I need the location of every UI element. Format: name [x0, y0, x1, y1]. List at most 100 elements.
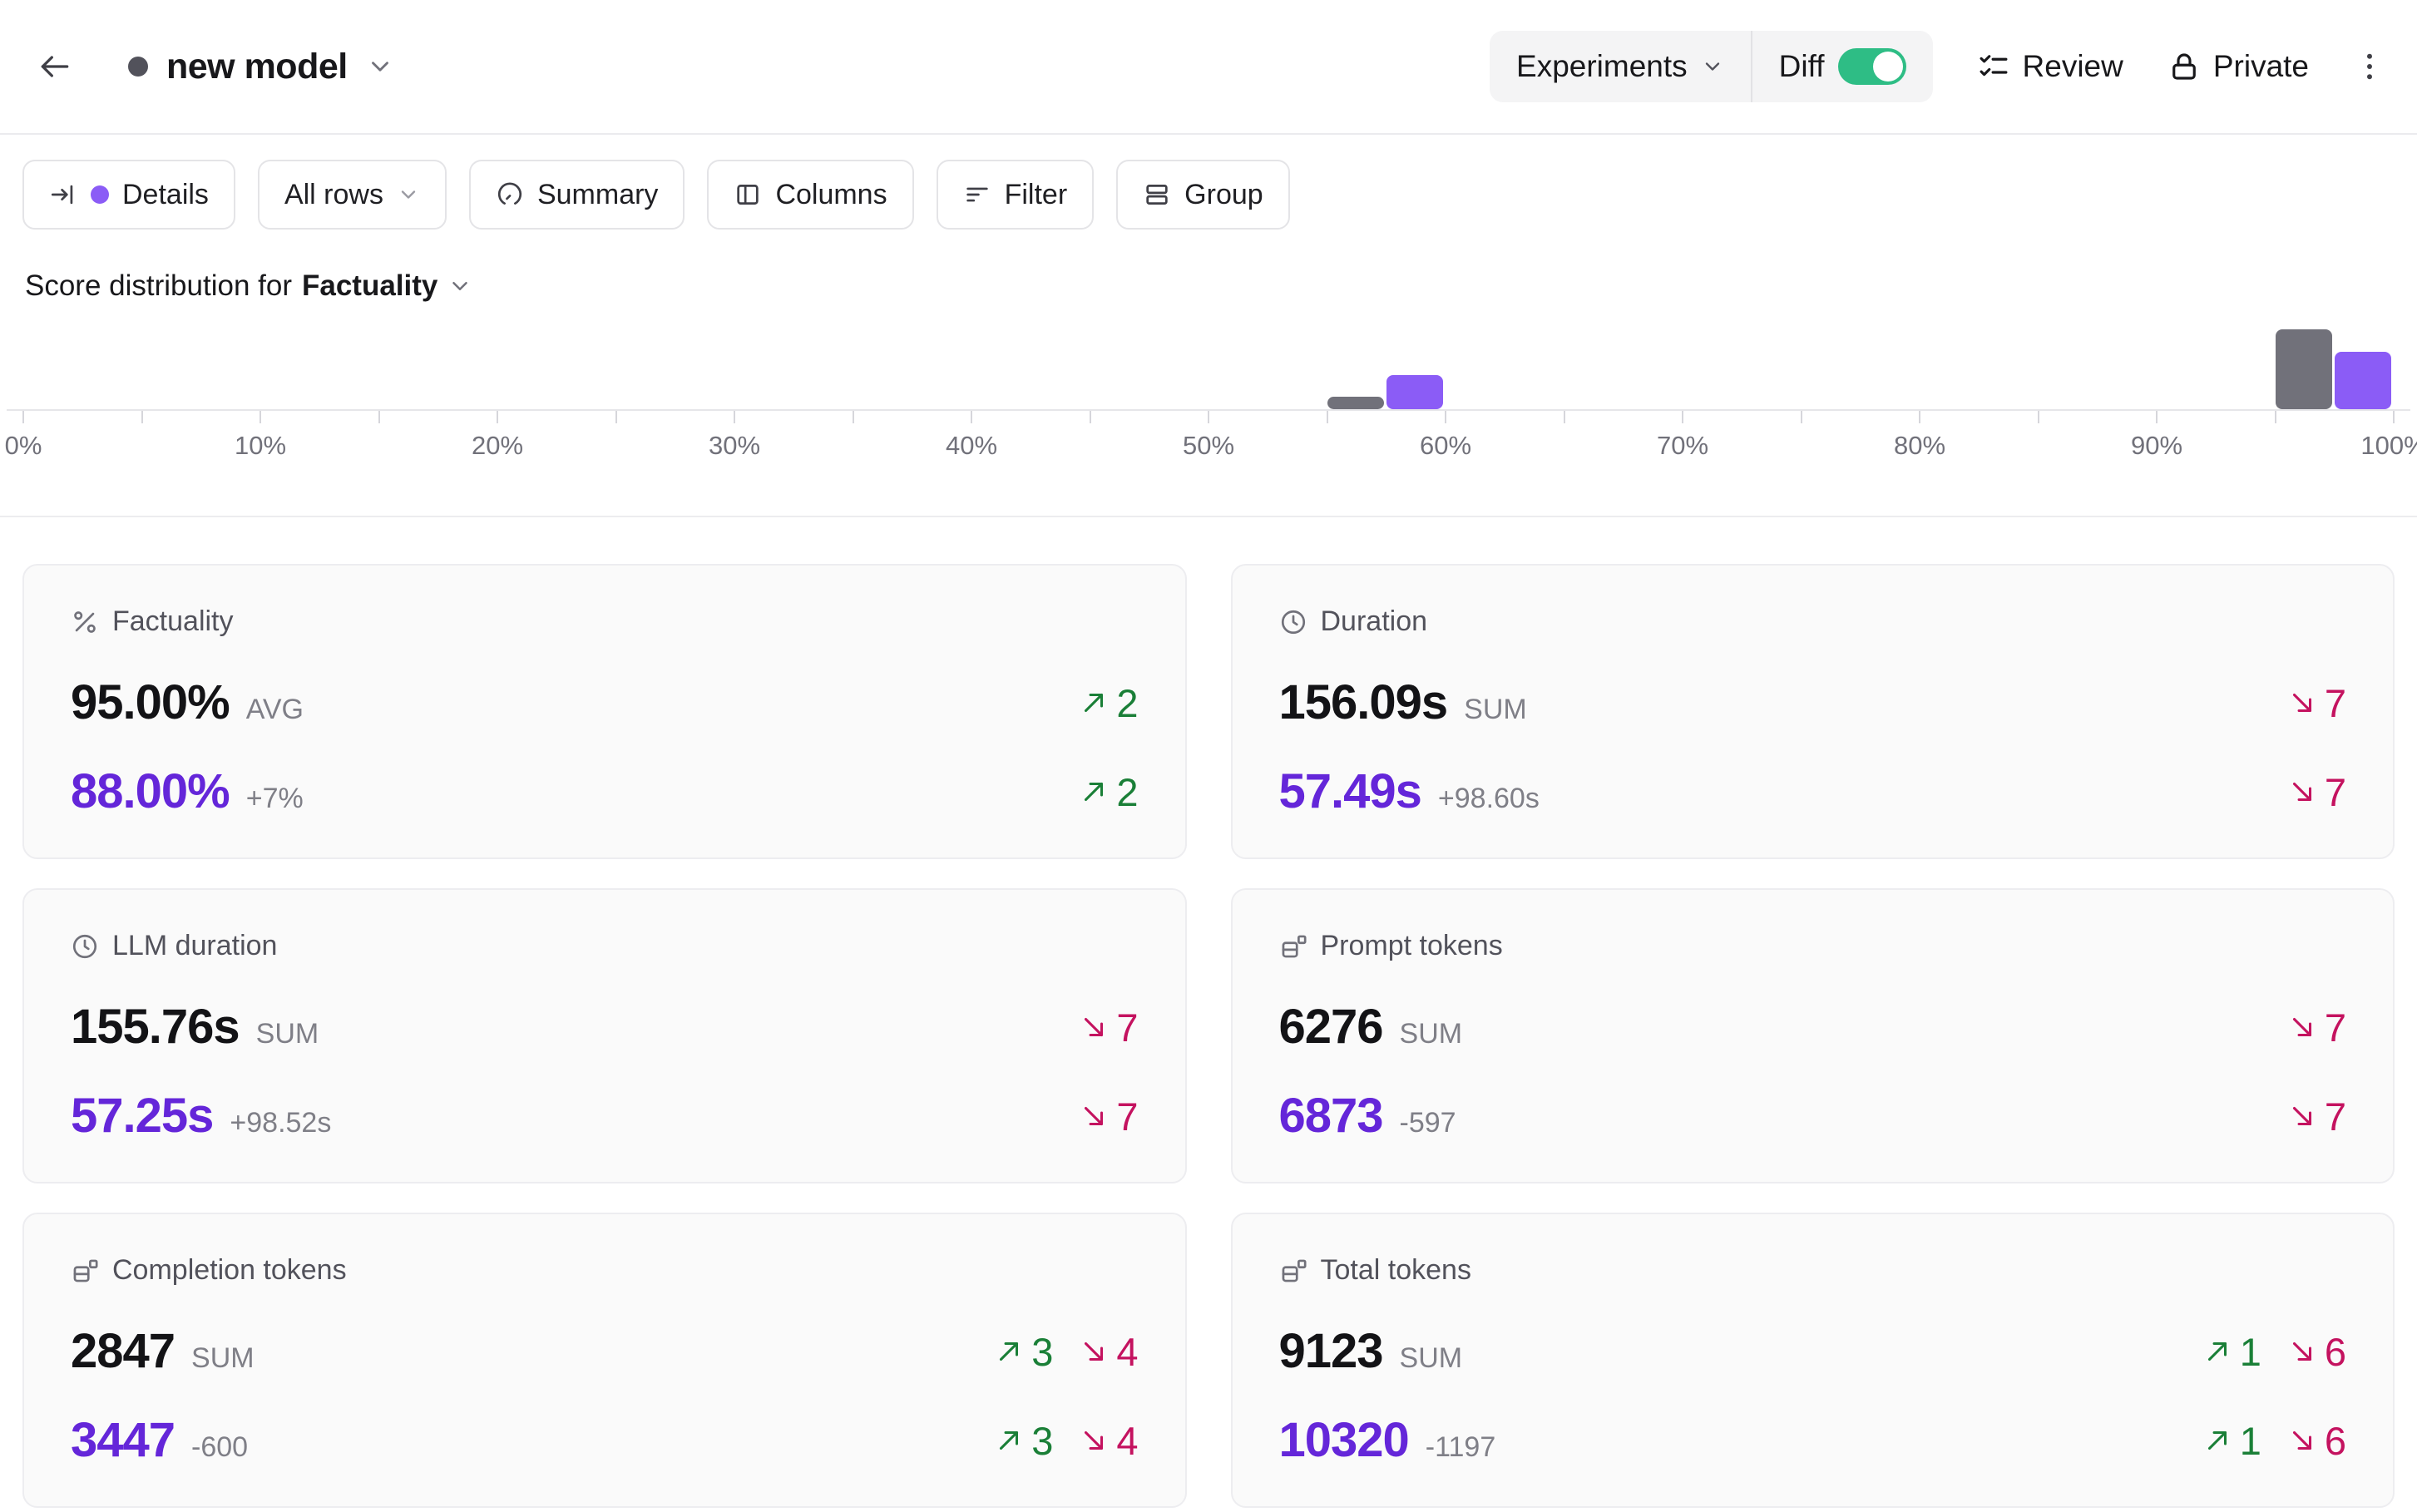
experiment-status-dot — [128, 57, 148, 77]
metric-value: 57.25s — [71, 1088, 213, 1144]
axis-tick-label: 70% — [1657, 431, 1708, 461]
metric-value: 3447 — [71, 1412, 175, 1468]
tokens-icon — [1279, 932, 1307, 961]
axis-tick — [2038, 411, 2039, 423]
top-bar: new model Experiments Diff Review — [0, 0, 2417, 135]
metric-row-baseline: 2847SUM34 — [71, 1323, 1139, 1379]
filter-icon — [963, 180, 991, 209]
metric-cards-grid: Factuality 95.00%AVG288.00%+7%2 Duration… — [22, 564, 2395, 1508]
experiment-title-menu[interactable]: new model — [128, 47, 394, 87]
histogram-bar-comparison-experiment[interactable] — [2276, 329, 2332, 409]
regressions-indicator[interactable]: 6 — [2286, 1418, 2346, 1464]
regression-indicators[interactable]: 7 — [2286, 1094, 2346, 1139]
regression-indicators[interactable]: 16 — [2202, 1418, 2346, 1464]
regressions-indicator[interactable]: 6 — [2286, 1329, 2346, 1375]
regressions-indicator[interactable]: 7 — [1078, 1005, 1138, 1050]
improvements-indicator[interactable]: 3 — [993, 1329, 1053, 1375]
improvements-indicator[interactable]: 1 — [2202, 1418, 2261, 1464]
regressions-indicator[interactable]: 7 — [2286, 680, 2346, 726]
improvements-indicator[interactable]: 2 — [1078, 769, 1138, 815]
details-label: Details — [122, 179, 209, 211]
lock-icon — [2167, 49, 2202, 84]
regressions-indicator[interactable]: 7 — [2286, 1094, 2346, 1139]
axis-tick — [1445, 411, 1446, 423]
metric-card[interactable]: Duration 156.09sSUM757.49s+98.60s7 — [1231, 564, 2395, 859]
group-button[interactable]: Group — [1116, 160, 1290, 230]
more-menu-button[interactable] — [2352, 49, 2387, 84]
score-distribution-selector[interactable]: Score distribution for Factuality — [25, 269, 2417, 303]
regressions-indicator[interactable]: 7 — [2286, 1005, 2346, 1050]
axis-tick — [2275, 411, 2276, 423]
private-button[interactable]: Private — [2167, 49, 2309, 84]
details-button[interactable]: Details — [22, 160, 235, 230]
selected-score-name: Factuality — [302, 269, 437, 303]
filter-button[interactable]: Filter — [937, 160, 1095, 230]
regression-indicators[interactable]: 7 — [1078, 1005, 1138, 1050]
x-axis-labels: 0%10%20%30%40%50%60%70%80%90%100% — [23, 431, 2394, 471]
metric-suffix: -597 — [1400, 1107, 1456, 1139]
axis-tick-label: 50% — [1183, 431, 1234, 461]
regression-indicators[interactable]: 16 — [2202, 1329, 2346, 1375]
metric-card-title: Completion tokens — [112, 1254, 347, 1287]
regression-indicators[interactable]: 34 — [993, 1329, 1138, 1375]
regressions-indicator[interactable]: 7 — [2286, 769, 2346, 815]
regressions-indicator[interactable]: 4 — [1078, 1329, 1138, 1375]
improvements-indicator[interactable]: 1 — [2202, 1329, 2261, 1375]
summary-button[interactable]: Summary — [469, 160, 685, 230]
all-rows-dropdown[interactable]: All rows — [258, 160, 447, 230]
arrow-to-bar-icon — [49, 180, 77, 209]
axis-tick — [1801, 411, 1802, 423]
columns-icon — [734, 180, 762, 209]
regression-indicators[interactable]: 7 — [1078, 1094, 1138, 1139]
diff-segment: Diff — [1752, 31, 1933, 102]
histogram-bar-comparison-experiment[interactable] — [1327, 397, 1384, 409]
axis-tick-label: 40% — [946, 431, 997, 461]
improvements-indicator[interactable]: 3 — [993, 1418, 1053, 1464]
regression-indicators[interactable]: 7 — [2286, 769, 2346, 815]
axis-tick-label: 10% — [235, 431, 286, 461]
metric-suffix: +98.52s — [230, 1107, 331, 1139]
metric-card[interactable]: Factuality 95.00%AVG288.00%+7%2 — [22, 564, 1187, 859]
regression-indicators[interactable]: 2 — [1078, 680, 1138, 726]
axis-tick-label: 90% — [2131, 431, 2182, 461]
chevron-down-icon — [366, 52, 394, 81]
axis-tick — [378, 411, 380, 423]
metric-card[interactable]: LLM duration 155.76sSUM757.25s+98.52s7 — [22, 888, 1187, 1183]
metric-suffix: +7% — [246, 783, 304, 815]
metric-row-baseline: 6276SUM7 — [1279, 999, 2347, 1055]
review-button[interactable]: Review — [1976, 49, 2123, 84]
metric-card[interactable]: Prompt tokens 6276SUM76873-5977 — [1231, 888, 2395, 1183]
metric-value: 6873 — [1279, 1088, 1383, 1144]
metric-suffix: AVG — [246, 694, 304, 726]
group-rows-icon — [1143, 180, 1171, 209]
axis-tick-label: 100% — [2360, 431, 2417, 461]
experiments-dropdown[interactable]: Experiments — [1490, 31, 1751, 102]
regression-indicators[interactable]: 34 — [993, 1418, 1138, 1464]
back-button[interactable] — [37, 48, 73, 85]
metric-value: 6276 — [1279, 999, 1383, 1055]
metric-card[interactable]: Total tokens 9123SUM1610320-119716 — [1231, 1213, 2395, 1508]
private-label: Private — [2213, 49, 2309, 84]
regression-indicators[interactable]: 2 — [1078, 769, 1138, 815]
metric-card-title: Factuality — [112, 605, 234, 638]
histogram-bar-current-experiment[interactable] — [2335, 352, 2391, 409]
columns-button[interactable]: Columns — [707, 160, 913, 230]
diff-label: Diff — [1779, 49, 1825, 84]
score-color-dot — [91, 185, 109, 204]
regressions-indicator[interactable]: 7 — [1078, 1094, 1138, 1139]
regression-indicators[interactable]: 7 — [2286, 680, 2346, 726]
axis-tick-label: 0% — [5, 431, 42, 461]
improvements-indicator[interactable]: 2 — [1078, 680, 1138, 726]
axis-tick — [1919, 411, 1920, 423]
regression-indicators[interactable]: 7 — [2286, 1005, 2346, 1050]
metric-card-title: LLM duration — [112, 930, 277, 962]
regressions-indicator[interactable]: 4 — [1078, 1418, 1138, 1464]
tokens-icon — [71, 1257, 99, 1285]
metric-value: 10320 — [1279, 1412, 1409, 1468]
diff-toggle[interactable] — [1838, 48, 1906, 85]
kebab-menu-icon — [2352, 49, 2387, 84]
x-axis-ticks — [23, 411, 2394, 424]
metric-card[interactable]: Completion tokens 2847SUM343447-60034 — [22, 1213, 1187, 1508]
axis-tick — [22, 411, 24, 423]
histogram-bar-current-experiment[interactable] — [1386, 375, 1443, 409]
